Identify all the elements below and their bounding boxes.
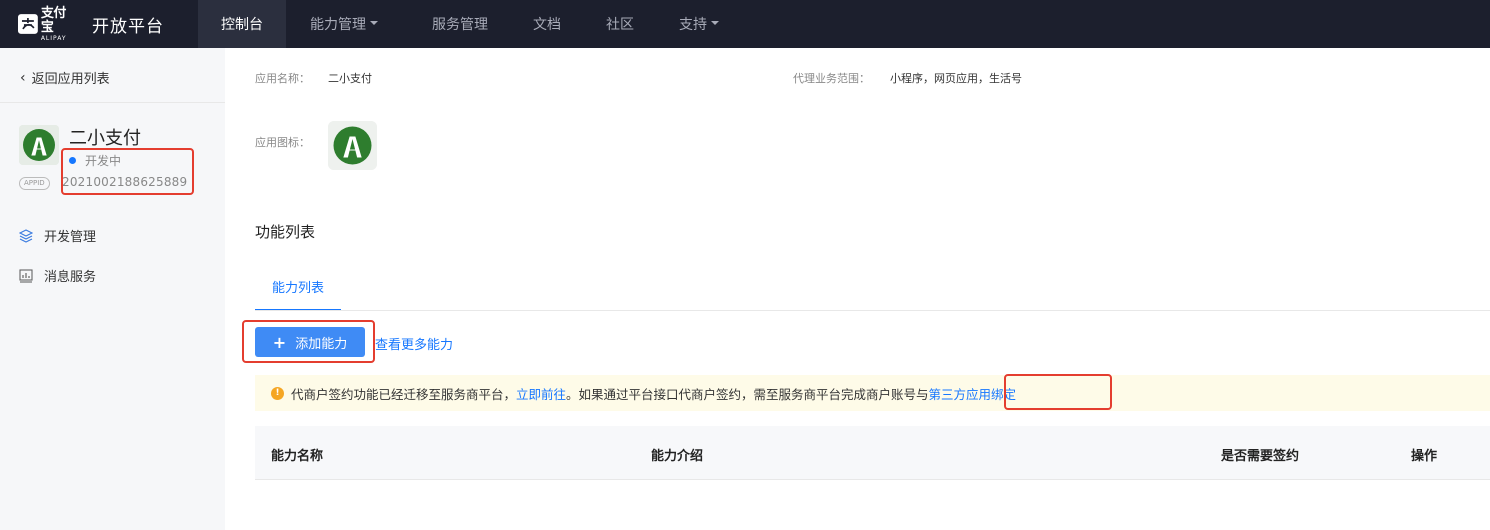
nav-item-service-management[interactable]: 服务管理 — [402, 0, 518, 48]
app-name: 二小支付 — [69, 128, 141, 149]
logo-text: 支付宝 — [40, 5, 67, 35]
chart-icon — [19, 268, 33, 283]
column-header-actions: 操作 — [1411, 449, 1438, 464]
nav-label: 能力管理 — [310, 17, 366, 33]
column-header-name: 能力名称 — [271, 449, 324, 464]
sidebar-item-label: 消息服务 — [44, 270, 97, 285]
divider — [0, 102, 225, 103]
alert-text-1: 代商户签约功能已经迁移至服务商平台， — [291, 386, 517, 402]
notice-banner: ! 代商户签约功能已经迁移至服务商平台， 立即前往 。如果通过平台接口代商户签约… — [255, 375, 1490, 411]
app-name-label: 应用名称： — [255, 72, 310, 85]
main-content: 应用名称： 二小支付 代理业务范围： 小程序，网页应用，生活号 应用图标： 功能… — [225, 48, 1490, 530]
nav-item-capability-management[interactable]: 能力管理 — [286, 0, 402, 48]
tab-capability-list[interactable]: 能力列表 — [255, 276, 341, 311]
section-title: 功能列表 — [255, 223, 316, 241]
nav-item-support[interactable]: 支持 — [664, 0, 734, 48]
nav-label: 服务管理 — [432, 17, 488, 33]
scope-label: 代理业务范围： — [793, 72, 870, 85]
back-label: 返回应用列表 — [31, 72, 110, 87]
go-now-link[interactable]: 立即前往 — [516, 384, 566, 403]
highlight-box — [61, 148, 194, 195]
warning-icon: ! — [271, 386, 284, 400]
column-header-contract-required: 是否需要签约 — [1221, 449, 1300, 464]
scope-value: 小程序，网页应用，生活号 — [890, 72, 1022, 85]
highlight-box — [1004, 374, 1112, 410]
sidebar-item-label: 开发管理 — [44, 230, 97, 245]
nav-label: 控制台 — [221, 17, 263, 33]
view-more-capabilities-link[interactable]: 查看更多能力 — [375, 334, 453, 353]
app-icon-label: 应用图标： — [255, 136, 310, 149]
nav-label: 社区 — [606, 17, 634, 33]
column-header-description: 能力介绍 — [651, 449, 704, 464]
caret-down-icon — [370, 21, 378, 25]
nav-item-community[interactable]: 社区 — [576, 0, 664, 48]
app-name-value: 二小支付 — [328, 72, 372, 85]
sidebar-item-message-service[interactable]: 消息服务 — [19, 266, 96, 285]
sidebar: ‹ 返回应用列表 二小支付 开发中 APPID 2021002188625889… — [0, 48, 225, 530]
app-icon — [328, 121, 377, 170]
nav-label: 支持 — [679, 17, 707, 33]
highlight-box — [242, 320, 375, 363]
nav-item-console[interactable]: 控制台 — [198, 0, 286, 48]
logo-subtext: ALIPAY — [40, 34, 67, 42]
table-header: 能力名称 能力介绍 是否需要签约 操作 — [255, 426, 1490, 480]
top-navigation-bar: 支付宝 ALIPAY 开放平台 控制台 能力管理 服务管理 文档 社区 支持 — [0, 0, 1490, 48]
app-avatar — [19, 125, 59, 165]
logo[interactable]: 支付宝 ALIPAY 开放平台 — [0, 0, 198, 48]
caret-down-icon — [711, 21, 719, 25]
chevron-left-icon: ‹ — [20, 69, 26, 86]
alipay-logo-icon: 支付宝 ALIPAY — [18, 5, 78, 42]
back-to-app-list-link[interactable]: ‹ 返回应用列表 — [20, 68, 110, 88]
alert-text-2: 。如果通过平台接口代商户签约，需至服务商平台完成商户账号与 — [566, 386, 929, 402]
tabs-divider — [255, 310, 1490, 311]
platform-title: 开放平台 — [92, 16, 164, 37]
layers-icon — [19, 228, 33, 243]
third-party-binding-link[interactable]: 第三方应用绑定 — [929, 384, 1017, 403]
sidebar-item-dev-management[interactable]: 开发管理 — [19, 226, 96, 245]
nav-item-docs[interactable]: 文档 — [518, 0, 576, 48]
nav-label: 文档 — [533, 17, 561, 33]
appid-badge: APPID — [19, 177, 50, 190]
